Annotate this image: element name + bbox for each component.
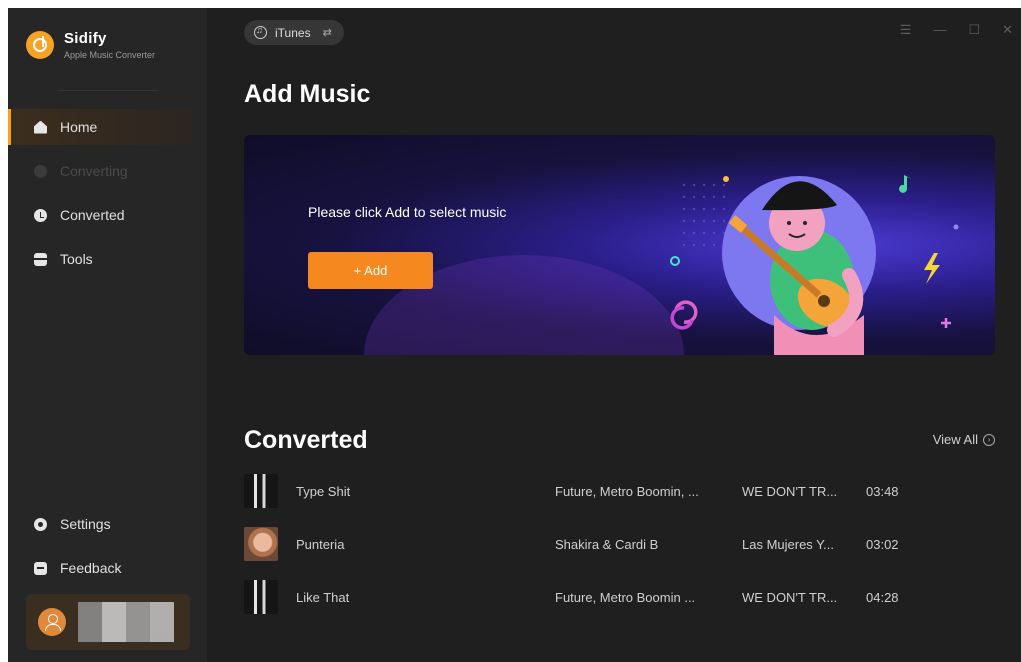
- track-title: Like That: [296, 589, 350, 605]
- sidebar-item-settings[interactable]: Settings: [8, 506, 191, 542]
- add-music-banner: Please click Add to select music + Add: [244, 135, 995, 355]
- banner-illustration: [670, 175, 959, 355]
- converting-icon: [34, 164, 47, 178]
- brand-divider: [58, 90, 158, 91]
- track-album: WE DON'T TR...: [742, 589, 838, 605]
- sidebar-item-label: Home: [60, 119, 98, 135]
- user-name-redacted: [78, 602, 174, 642]
- view-all-link[interactable]: View All ›: [933, 432, 995, 447]
- sidebar: Sidify Apple Music Converter Home Conver…: [8, 8, 207, 662]
- source-label: iTunes: [275, 25, 311, 40]
- home-icon: [34, 120, 47, 134]
- track-title: Punteria: [296, 536, 345, 552]
- add-music-title: Add Music: [244, 80, 371, 108]
- sidebar-item-home[interactable]: Home: [8, 109, 191, 145]
- close-icon[interactable]: ✕: [1002, 22, 1013, 38]
- sidebar-item-label: Converting: [60, 163, 128, 179]
- menu-icon[interactable]: ☰: [900, 22, 912, 38]
- app-name: Sidify: [64, 30, 107, 47]
- track-artist: Future, Metro Boomin ...: [555, 589, 696, 605]
- brand: Sidify Apple Music Converter: [26, 30, 155, 60]
- source-switch-button[interactable]: iTunes ⇄: [244, 20, 344, 45]
- app-window: Sidify Apple Music Converter Home Conver…: [8, 8, 1021, 662]
- track-duration: 03:48: [866, 483, 899, 499]
- sidebar-item-label: Feedback: [60, 560, 122, 576]
- table-row[interactable]: Punteria Shakira & Cardi B Las Mujeres Y…: [244, 526, 1004, 562]
- main-content: iTunes ⇄ ☰ — ☐ ✕ Add Music: [207, 8, 1021, 662]
- window-controls: ☰ — ☐ ✕: [900, 22, 1013, 38]
- album-cover: [244, 474, 278, 508]
- music-note-icon: [254, 25, 267, 39]
- sidebar-item-label: Tools: [60, 251, 93, 267]
- track-album: Las Mujeres Y...: [742, 536, 835, 552]
- album-cover: [244, 527, 278, 561]
- converted-section-title: Converted: [244, 426, 368, 454]
- avatar: [38, 608, 66, 636]
- clock-icon: [34, 208, 47, 222]
- table-row[interactable]: Type Shit Future, Metro Boomin, ... WE D…: [244, 473, 1004, 509]
- maximize-icon[interactable]: ☐: [968, 22, 980, 38]
- view-all-label: View All: [932, 432, 978, 447]
- toolbox-icon: [34, 252, 47, 266]
- track-duration: 03:02: [866, 536, 899, 552]
- sidebar-item-tools[interactable]: Tools: [8, 241, 191, 277]
- sidebar-item-feedback[interactable]: Feedback: [8, 550, 191, 586]
- banner-instruction: Please click Add to select music: [308, 204, 507, 220]
- chevron-right-icon: ›: [983, 433, 995, 446]
- track-duration: 04:28: [866, 589, 899, 605]
- app-subtitle: Apple Music Converter: [64, 50, 156, 60]
- mail-icon: [34, 561, 47, 575]
- sidebar-item-converted[interactable]: Converted: [8, 197, 191, 233]
- sidebar-item-label: Converted: [60, 207, 125, 223]
- track-artist: Shakira & Cardi B: [555, 536, 659, 552]
- track-title: Type Shit: [296, 483, 351, 499]
- track-album: WE DON'T TR...: [742, 483, 838, 499]
- track-artist: Future, Metro Boomin, ...: [555, 483, 699, 499]
- sidify-logo-icon: [26, 31, 54, 59]
- swap-icon: ⇄: [322, 27, 332, 39]
- sidebar-item-label: Settings: [60, 516, 111, 532]
- minimize-icon[interactable]: —: [933, 22, 946, 38]
- table-row[interactable]: Like That Future, Metro Boomin ... WE DO…: [244, 579, 1004, 615]
- gear-icon: [34, 517, 47, 531]
- add-button[interactable]: + Add: [308, 252, 433, 289]
- user-account-card[interactable]: [26, 594, 190, 650]
- album-cover: [244, 580, 278, 614]
- sidebar-item-converting[interactable]: Converting: [8, 153, 191, 189]
